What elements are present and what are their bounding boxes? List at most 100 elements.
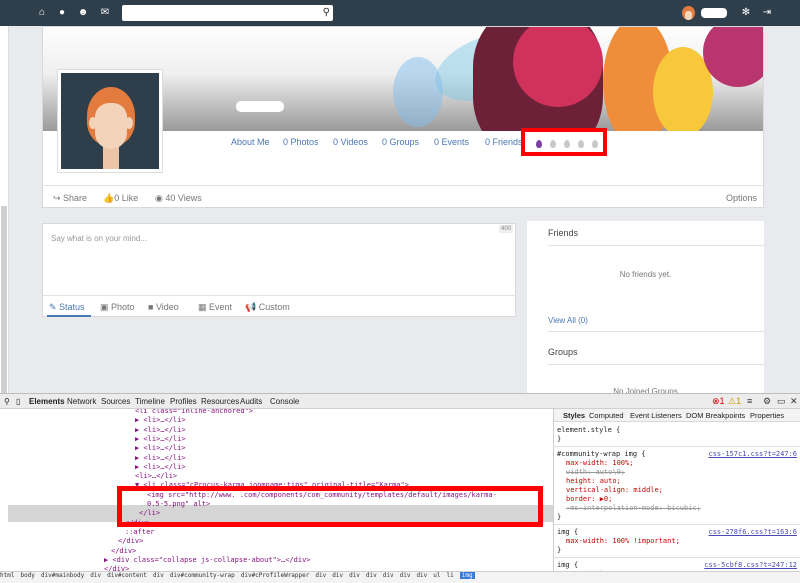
breadcrumb-item[interactable]: div	[416, 572, 427, 579]
composer-custom-tab[interactable]: 📢 Custom	[245, 302, 290, 313]
search-input[interactable]: ⚲	[122, 5, 333, 21]
tab-network[interactable]: Network	[67, 397, 96, 406]
breadcrumb-item[interactable]: div#cProfileWrapper	[241, 572, 310, 579]
css-selector[interactable]: img {	[557, 528, 578, 536]
left-scrollbar[interactable]	[1, 206, 7, 396]
breadcrumb-item[interactable]: div	[383, 572, 394, 579]
composer-status-tab[interactable]: ✎ Status	[49, 302, 85, 313]
css-property[interactable]: max-width: 100% !important;	[566, 537, 680, 545]
dom-node-line[interactable]: ▶ <li>…</li>	[135, 444, 186, 452]
username-redacted[interactable]	[701, 8, 727, 18]
home-icon[interactable]: ⌂	[36, 7, 48, 19]
breadcrumb-item[interactable]: html	[0, 572, 14, 579]
tab-styles[interactable]: Styles	[563, 411, 585, 420]
css-property[interactable]: border: ▶0;	[566, 495, 612, 503]
dom-node-line[interactable]: ▶ <div class="collapse js-collapse-about…	[104, 556, 311, 564]
breadcrumb-item[interactable]: ul	[433, 572, 440, 579]
css-selector[interactable]: img {	[557, 561, 578, 569]
css-property[interactable]: -ms-interpolation-mode: bicubic;	[566, 504, 701, 512]
dom-node-line[interactable]: <li class="inline-anchored">	[135, 409, 253, 415]
css-selector[interactable]: }	[557, 435, 561, 443]
breadcrumb-item[interactable]: div#content	[107, 572, 147, 579]
breadcrumb-item[interactable]: div	[315, 572, 326, 579]
user-avatar[interactable]	[682, 6, 695, 20]
breadcrumb-item[interactable]: img	[459, 572, 475, 579]
tab-dom-breakpoints[interactable]: DOM Breakpoints	[686, 411, 745, 420]
dom-node-line[interactable]: ::after	[125, 528, 155, 536]
tab-console[interactable]: Console	[270, 397, 299, 406]
tab-groups[interactable]: 0 Groups	[382, 137, 419, 147]
styles-pane[interactable]: Styles Computed Event Listeners DOM Brea…	[553, 409, 800, 571]
dom-node-line[interactable]: ▶ <li>…</li>	[135, 463, 186, 471]
tab-computed[interactable]: Computed	[589, 411, 624, 420]
breadcrumb-item[interactable]: div	[153, 572, 164, 579]
dom-node-line[interactable]: </div>	[118, 537, 143, 545]
css-property[interactable]: height: auto;	[566, 477, 621, 485]
css-source-link[interactable]: css-5cbf8.css?t=247:12	[704, 561, 797, 569]
inspect-icon[interactable]: ⚲	[4, 397, 10, 406]
composer-video-tab[interactable]: ■ Video	[148, 302, 179, 312]
breadcrumb-item[interactable]: div	[349, 572, 360, 579]
options-button[interactable]: Options	[726, 193, 757, 203]
tab-photos[interactable]: 0 Photos	[283, 137, 319, 147]
breadcrumb-item[interactable]: div	[90, 572, 101, 579]
dock-icon[interactable]: ▭	[777, 396, 786, 407]
tab-sources[interactable]: Sources	[101, 397, 130, 406]
share-button[interactable]: ↪ Share	[53, 193, 87, 204]
tab-events[interactable]: 0 Events	[434, 137, 469, 147]
css-property[interactable]: vertical-align: middle;	[566, 486, 663, 494]
users-icon[interactable]: ☻	[77, 7, 89, 19]
console-drawer-icon[interactable]: ≡	[747, 396, 752, 406]
top-navbar: ⌂ ● ☻ ✉ ⚲ ✻ ⇥	[0, 0, 800, 26]
breadcrumb-item[interactable]: div#mainbody	[41, 572, 84, 579]
settings-icon[interactable]: ⚙	[763, 396, 771, 407]
dom-node-line[interactable]: ▶ <li>…</li>	[135, 416, 186, 424]
view-all-friends-link[interactable]: View All (0)	[548, 316, 588, 325]
status-input[interactable]: Say what is on your mind...	[51, 234, 147, 243]
css-property[interactable]: width: auto\9;	[566, 468, 625, 476]
composer-photo-tab[interactable]: ▣ Photo	[100, 302, 135, 313]
css-source-link[interactable]: css-157c1.css?t=247:6	[708, 450, 797, 458]
close-icon[interactable]: ✕	[790, 396, 798, 407]
tab-properties[interactable]: Properties	[750, 411, 784, 420]
tab-about-me[interactable]: About Me	[231, 137, 270, 147]
profile-avatar[interactable]	[57, 69, 163, 173]
breadcrumb-item[interactable]: body	[20, 572, 34, 579]
logout-icon[interactable]: ⇥	[761, 7, 773, 19]
composer-event-tab[interactable]: ▦ Event	[198, 302, 232, 313]
friends-empty: No friends yet.	[619, 270, 672, 279]
dom-node-line[interactable]: ▶ <li>…</li>	[135, 426, 186, 434]
tab-audits[interactable]: Audits	[240, 397, 262, 406]
styles-tabs: Styles Computed Event Listeners DOM Brea…	[554, 409, 800, 422]
dom-node-line[interactable]: </div>	[111, 547, 136, 555]
breadcrumb-item[interactable]: li	[447, 572, 454, 579]
tab-resources[interactable]: Resources	[201, 397, 239, 406]
css-selector[interactable]: }	[557, 513, 561, 521]
tab-friends[interactable]: 0 Friends	[485, 137, 523, 147]
device-icon[interactable]: ▯	[16, 397, 20, 406]
error-badge[interactable]: ⊗1	[712, 396, 725, 407]
like-button[interactable]: 👍0 Like	[103, 193, 138, 204]
dom-node-line[interactable]: <li>…</li>	[135, 472, 177, 480]
mail-icon[interactable]: ✉	[99, 7, 111, 19]
tab-profiles[interactable]: Profiles	[170, 397, 197, 406]
css-selector[interactable]: }	[557, 546, 561, 554]
search-icon[interactable]: ⚲	[323, 7, 330, 18]
css-source-link[interactable]: css-278f6.css?t=163:6	[708, 528, 797, 536]
breadcrumb-item[interactable]: div#community-wrap	[170, 572, 235, 579]
breadcrumb-item[interactable]: div	[332, 572, 343, 579]
breadcrumb-item[interactable]: div	[366, 572, 377, 579]
tab-timeline[interactable]: Timeline	[135, 397, 165, 406]
tab-event-listeners[interactable]: Event Listeners	[630, 411, 682, 420]
dom-node-line[interactable]: ▶ <li>…</li>	[135, 454, 186, 462]
breadcrumb-item[interactable]: div	[400, 572, 411, 579]
css-property[interactable]: max-width: 100%;	[566, 459, 633, 467]
dom-node-line[interactable]: ▶ <li>…</li>	[135, 435, 186, 443]
css-selector[interactable]: element.style {	[557, 426, 620, 434]
tab-elements[interactable]: Elements	[29, 397, 65, 406]
globe-icon[interactable]: ●	[56, 7, 68, 19]
tab-videos[interactable]: 0 Videos	[333, 137, 368, 147]
css-selector[interactable]: #community-wrap img {	[557, 450, 646, 458]
warning-badge[interactable]: ⚠1	[728, 396, 741, 407]
gear-icon[interactable]: ✻	[740, 7, 752, 19]
